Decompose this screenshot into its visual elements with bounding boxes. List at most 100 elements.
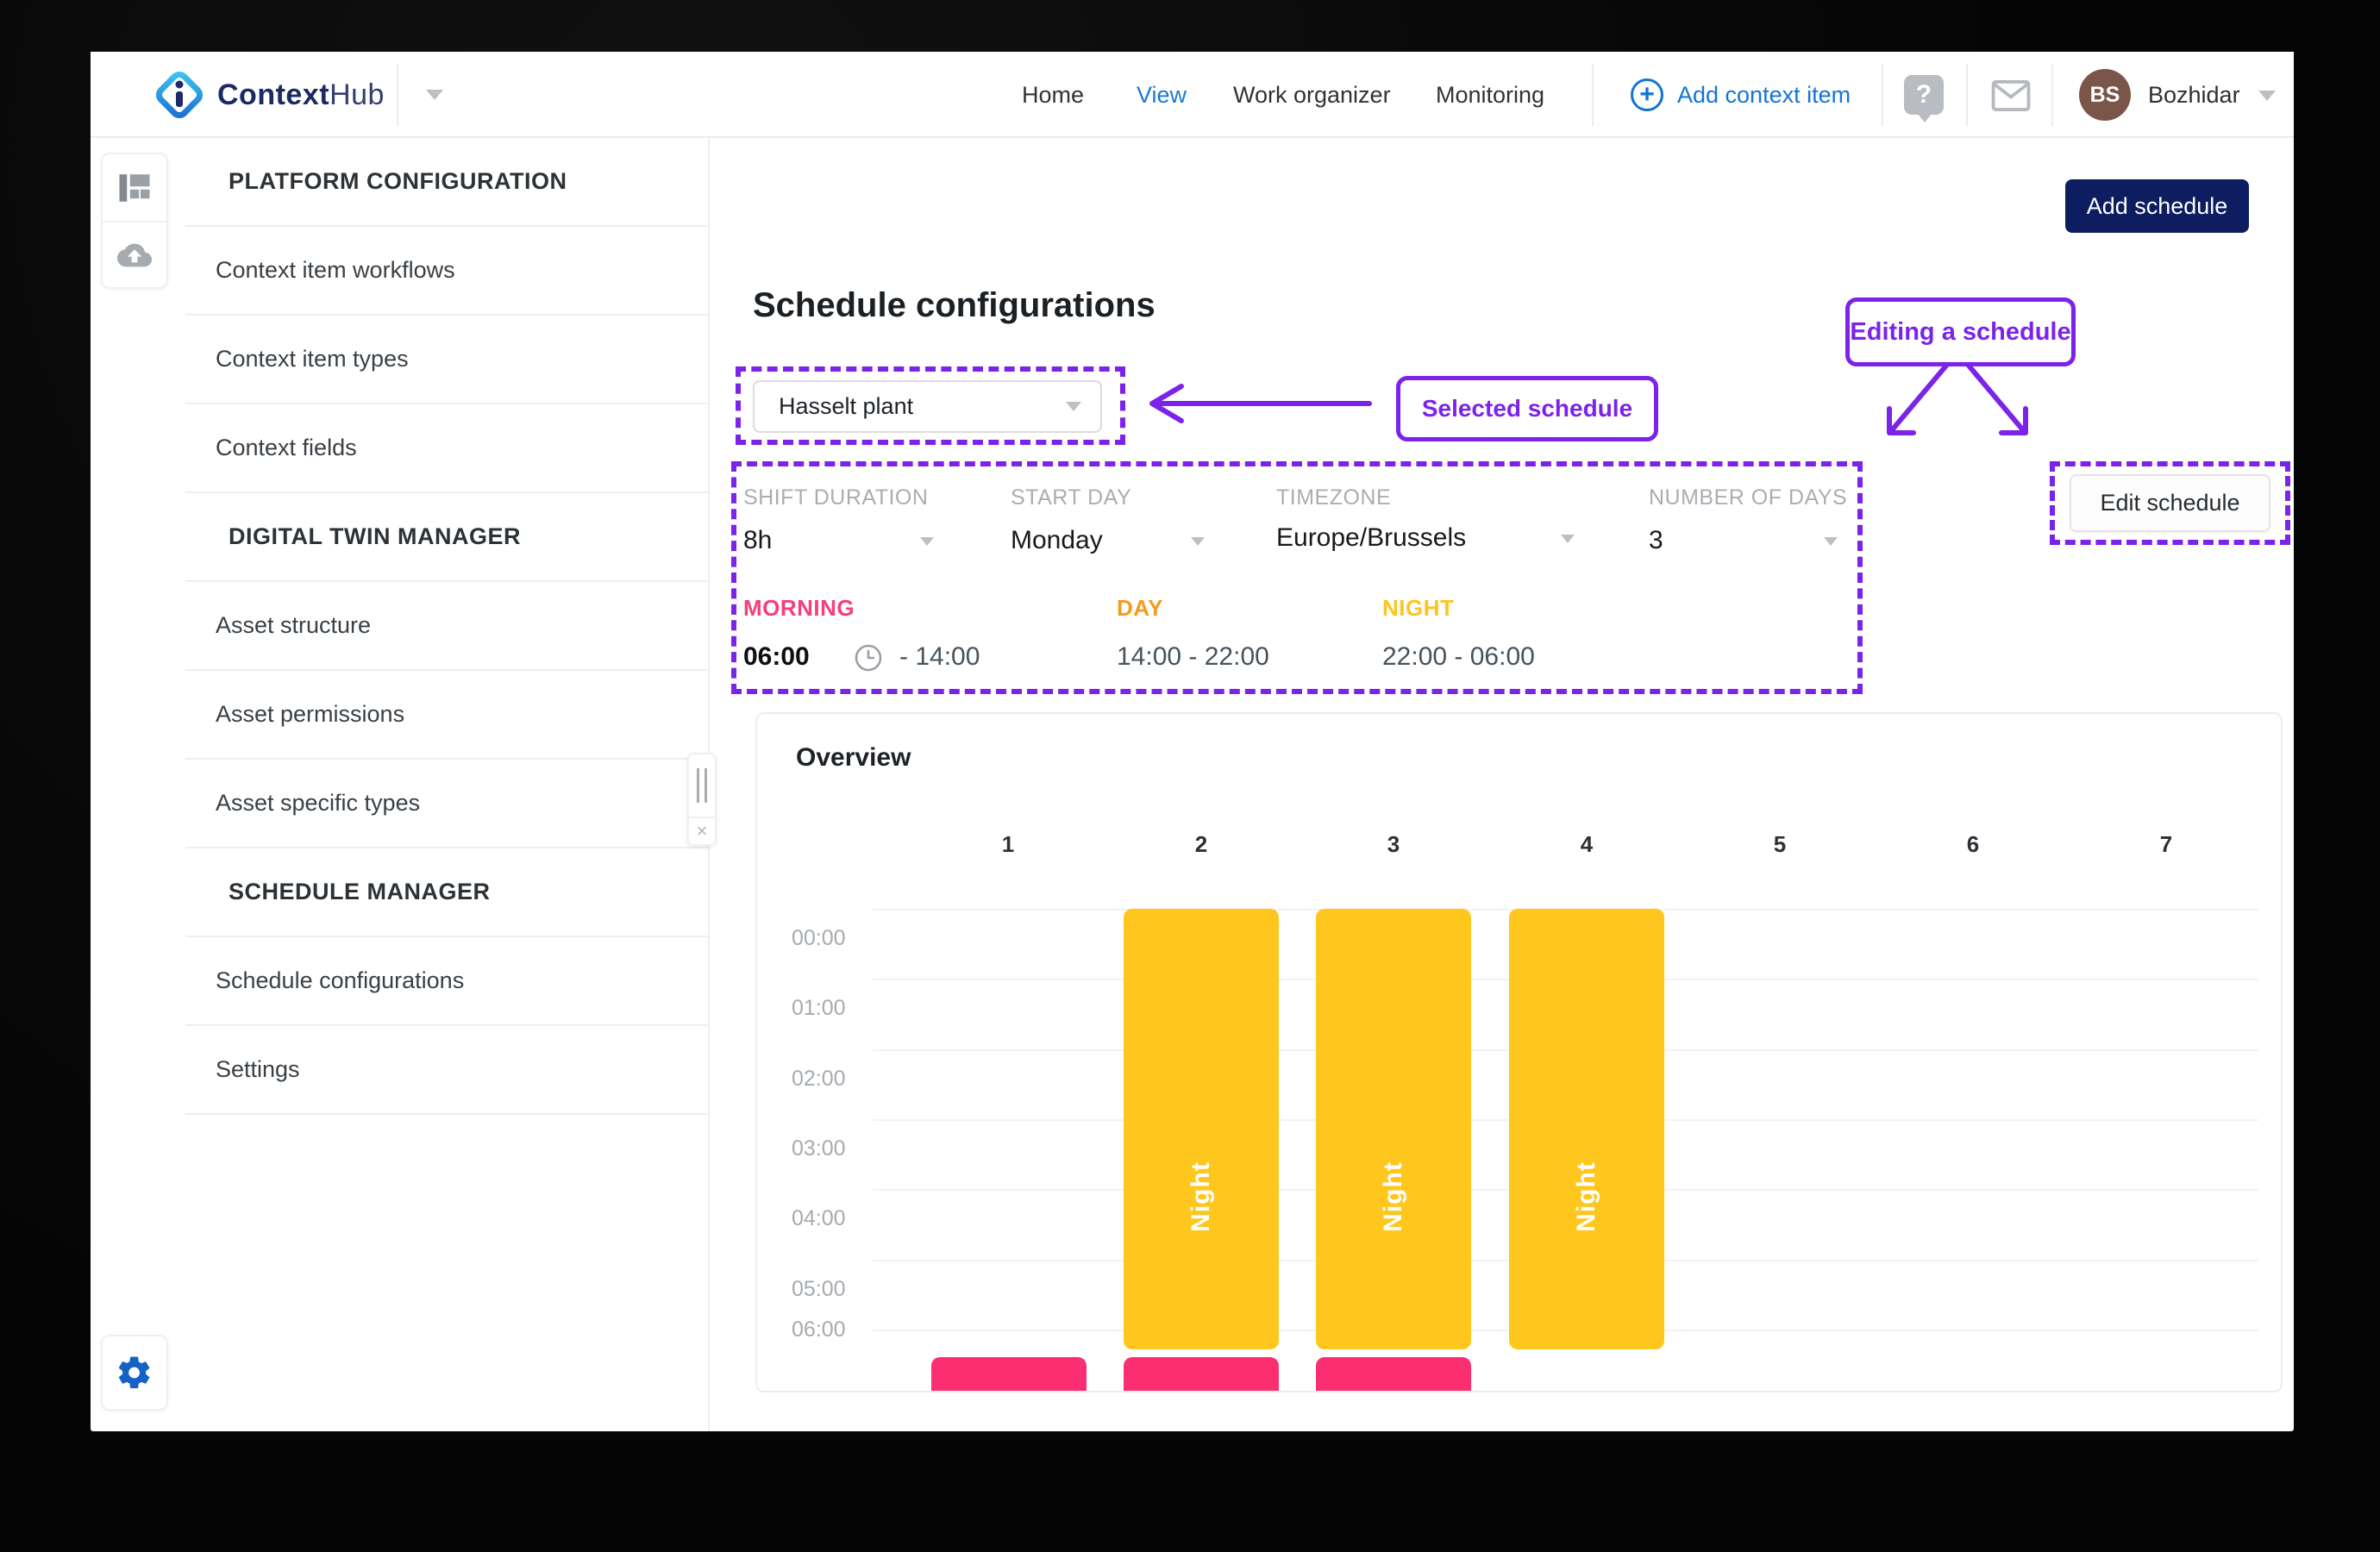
sidebar-item-asset-specific-types[interactable]: Asset specific types xyxy=(185,760,708,848)
selected-schedule-annotation: Selected schedule xyxy=(1396,376,1658,441)
day-column-header: 6 xyxy=(1947,831,1999,858)
overview-card: Overview 1 2 3 4 5 6 7 00:00 01:00 02:00… xyxy=(755,712,2283,1392)
add-schedule-button[interactable]: Add schedule xyxy=(2065,179,2249,233)
time-row-label: 05:00 xyxy=(792,1277,869,1302)
edit-schedule-button[interactable]: Edit schedule xyxy=(2070,474,2270,532)
rail-card-top xyxy=(101,153,168,289)
night-shift-bar-day2[interactable]: Night xyxy=(1124,909,1279,1349)
day-column-header: 4 xyxy=(1561,831,1613,858)
overview-title: Overview xyxy=(796,743,911,773)
cloud-upload-icon xyxy=(115,238,154,272)
field-chevron-down-icon xyxy=(1191,537,1205,546)
morning-start-time[interactable]: 06:00 xyxy=(743,642,810,672)
field-chevron-down-icon xyxy=(1561,535,1575,543)
field-value-timezone[interactable]: Europe/Brussels xyxy=(1276,523,1466,553)
day-column-header: 5 xyxy=(1754,831,1806,858)
shift-label-night: NIGHT xyxy=(1382,595,1454,622)
dashboard-rail-button[interactable] xyxy=(103,154,166,221)
help-button[interactable]: ? xyxy=(1904,75,1944,115)
sidebar-item-context-fields[interactable]: Context fields xyxy=(185,404,708,493)
page-title: Schedule configurations xyxy=(753,286,1156,325)
settings-rail-button[interactable] xyxy=(103,1336,166,1409)
user-avatar[interactable]: BS xyxy=(2079,69,2131,121)
top-navbar: ContextHub Home View Work organizer Moni… xyxy=(91,52,2294,138)
brand-chevron-down-icon[interactable] xyxy=(426,90,443,100)
sidebar-item-schedule-configurations[interactable]: Schedule configurations xyxy=(185,937,708,1026)
brand-name: ContextHub xyxy=(217,78,385,112)
field-label-timezone: TIMEZONE xyxy=(1276,485,1391,510)
time-row-label: 01:00 xyxy=(792,996,869,1021)
upload-rail-button[interactable] xyxy=(103,221,166,287)
shift-label-morning: MORNING xyxy=(743,595,855,622)
select-chevron-down-icon xyxy=(1066,402,1081,411)
field-value-shift-duration[interactable]: 8h xyxy=(743,526,772,555)
field-chevron-down-icon xyxy=(1824,537,1838,546)
day-column-header: 7 xyxy=(2140,831,2192,858)
editing-schedule-annotation: Editing a schedule xyxy=(1845,297,2076,366)
brand-logo[interactable]: ContextHub xyxy=(155,72,443,117)
morning-shift-bar-day3[interactable] xyxy=(1316,1357,1471,1392)
sidebar-menu: PLATFORM CONFIGURATION Context item work… xyxy=(185,138,710,1431)
rail-card-bottom xyxy=(101,1335,168,1411)
day-shift-time: 14:00 - 22:00 xyxy=(1117,642,1269,672)
night-shift-bar-day4[interactable]: Night xyxy=(1509,909,1664,1349)
time-row-label: 00:00 xyxy=(792,926,869,951)
user-chevron-down-icon[interactable] xyxy=(2258,91,2276,101)
nav-link-home[interactable]: Home xyxy=(1022,52,1084,138)
navbar-divider xyxy=(1592,64,1594,126)
sidebar-item-asset-structure[interactable]: Asset structure xyxy=(185,582,708,671)
field-label-start-day: START DAY xyxy=(1011,485,1131,510)
sidebar-item-settings[interactable]: Settings xyxy=(185,1026,708,1115)
field-value-number-of-days[interactable]: 3 xyxy=(1649,526,1663,555)
selected-schedule-arrow xyxy=(1130,379,1375,428)
morning-shift-bar-day1[interactable] xyxy=(931,1357,1087,1392)
add-context-item-button[interactable]: + Add context item xyxy=(1631,52,1851,138)
gear-icon xyxy=(116,1354,153,1392)
night-bar-label: Night xyxy=(1379,1161,1408,1232)
dashboard-layout-icon xyxy=(116,170,153,206)
plus-circle-icon: + xyxy=(1631,78,1663,111)
sidebar-header-schedule-manager: SCHEDULE MANAGER xyxy=(185,848,708,937)
schedule-select-value: Hasselt plant xyxy=(755,393,913,420)
day-column-header: 3 xyxy=(1368,831,1419,858)
night-bar-label: Night xyxy=(1572,1161,1601,1232)
sidebar-header-platform-configuration: PLATFORM CONFIGURATION xyxy=(185,138,708,227)
time-row-label: 02:00 xyxy=(792,1067,869,1092)
shift-label-day: DAY xyxy=(1117,595,1163,622)
day-column-header: 2 xyxy=(1175,831,1227,858)
nav-link-monitoring[interactable]: Monitoring xyxy=(1436,52,1544,138)
navbar-divider xyxy=(397,64,398,126)
user-name[interactable]: Bozhidar xyxy=(2148,52,2240,138)
field-value-start-day[interactable]: Monday xyxy=(1011,526,1103,555)
clock-icon xyxy=(854,643,883,673)
screenshot-frame: ContextHub Home View Work organizer Moni… xyxy=(0,0,2380,1552)
add-context-item-label: Add context item xyxy=(1677,82,1851,109)
time-row-label: 03:00 xyxy=(792,1136,869,1161)
contexthub-logo-icon xyxy=(155,71,204,119)
morning-shift-bar-day2[interactable] xyxy=(1124,1357,1279,1392)
sidebar-item-context-item-types[interactable]: Context item types xyxy=(185,316,708,404)
sidebar-header-digital-twin-manager: DIGITAL TWIN MANAGER xyxy=(185,493,708,582)
navbar-divider xyxy=(1966,64,1968,126)
help-icon: ? xyxy=(1904,75,1944,115)
editing-schedule-arrows xyxy=(1850,360,2065,457)
envelope-icon xyxy=(1990,79,2032,112)
schedule-select[interactable]: Hasselt plant xyxy=(753,380,1102,433)
night-shift-bar-day3[interactable]: Night xyxy=(1316,909,1471,1349)
app-window: ContextHub Home View Work organizer Moni… xyxy=(91,52,2294,1431)
navbar-divider xyxy=(2051,64,2053,126)
sidebar-item-context-item-workflows[interactable]: Context item workflows xyxy=(185,227,708,316)
day-column-header: 1 xyxy=(982,831,1034,858)
sidebar-resize-widget: × xyxy=(687,753,717,846)
nav-link-work-organizer[interactable]: Work organizer xyxy=(1233,52,1391,138)
sidebar-item-asset-permissions[interactable]: Asset permissions xyxy=(185,671,708,760)
time-row-label: 04:00 xyxy=(792,1206,869,1231)
sidebar-resize-handle[interactable] xyxy=(689,754,715,817)
night-bar-label: Night xyxy=(1187,1161,1216,1232)
morning-end-time: - 14:00 xyxy=(899,642,980,672)
field-label-shift-duration: SHIFT DURATION xyxy=(743,485,928,510)
messages-button[interactable] xyxy=(1990,79,2030,119)
nav-link-view[interactable]: View xyxy=(1137,52,1187,138)
field-label-number-of-days: NUMBER OF DAYS xyxy=(1649,485,1847,510)
sidebar-collapse-button[interactable]: × xyxy=(689,817,715,844)
